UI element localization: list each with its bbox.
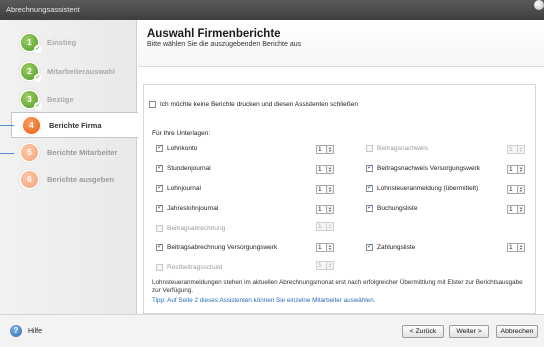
report-checkbox-beitragsabrechnung: Beitragsabrechnung: [156, 225, 225, 232]
stepper-arrows-icon: [327, 222, 334, 231]
step-label: Berichte Mitarbeiter: [47, 147, 118, 157]
copies-stepper[interactable]: 1: [316, 145, 334, 154]
report-checkbox-beitragsabrechnung-versorgungswerk[interactable]: Beitragsabrechnung Versorgungswerk: [156, 242, 277, 251]
copies-stepper[interactable]: 1: [507, 165, 525, 174]
report-checkbox-lohnsteueranmeldung[interactable]: Lohnsteueranmeldung (übermittelt): [366, 183, 478, 192]
copies-stepper[interactable]: 1: [507, 243, 525, 252]
checkbox-box: [156, 225, 163, 232]
window-corner-icon: [534, 0, 544, 10]
stepper-arrows-icon[interactable]: [518, 165, 525, 174]
skip-reports-checkbox[interactable]: Ich möchte keine Berichte drucken und di…: [149, 101, 358, 108]
step-number-icon: 1 ✓: [21, 33, 42, 53]
wizard-sidebar: 1 ✓ Einstieg 2 ✓ Mitarbeiterauswahl 3 ✓ Bez…: [0, 20, 138, 314]
report-checkbox-buchungsliste[interactable]: Buchungsliste: [366, 203, 417, 212]
back-button[interactable]: < Zurück: [402, 325, 444, 338]
section-label: Für Ihre Unterlagen:: [152, 130, 211, 137]
checkbox-box[interactable]: [366, 242, 373, 251]
checkbox-box[interactable]: [149, 101, 156, 108]
copies-stepper[interactable]: 1: [507, 205, 525, 214]
stepper-arrows-icon[interactable]: [518, 243, 525, 252]
checkbox-box[interactable]: [156, 183, 163, 192]
step-connector-line: [0, 125, 14, 126]
copies-stepper[interactable]: 1: [316, 205, 334, 214]
stepper-arrows-icon: [518, 145, 525, 154]
stepper-arrows-icon[interactable]: [327, 185, 334, 194]
help-link[interactable]: ? Hilfe: [10, 325, 42, 337]
checkbox-box[interactable]: [366, 203, 373, 212]
stepper-arrows-icon[interactable]: [327, 243, 334, 252]
window-title: Abrechnungsassistent: [6, 5, 80, 14]
checkbox-box[interactable]: [156, 242, 163, 251]
report-checkbox-beitragsnachweis-versorgungswerk[interactable]: Beitragsnachweis Versorgungswerk: [366, 163, 480, 172]
checkbox-box: [366, 145, 373, 152]
stepper-arrows-icon[interactable]: [518, 185, 525, 194]
copies-stepper: 1: [316, 222, 334, 231]
step-number-icon: 6: [21, 170, 38, 188]
stepper-arrows-icon[interactable]: [518, 205, 525, 214]
checkmark-icon: ✓: [34, 44, 42, 53]
step-label: Berichte Firma: [49, 120, 102, 130]
next-button[interactable]: Weiter >: [449, 325, 489, 338]
info-note: Lohnsteueranmeldungen stehen im aktuelle…: [152, 279, 523, 294]
copies-stepper[interactable]: 1: [316, 165, 334, 174]
report-checkbox-beitragsnachweis: Beitragsnachweis: [366, 145, 428, 152]
report-checkbox-lohnkonto[interactable]: Lohnkonto: [156, 143, 197, 152]
help-icon[interactable]: ?: [10, 325, 22, 337]
copies-stepper[interactable]: 1: [507, 185, 525, 194]
checkbox-box[interactable]: [366, 183, 373, 192]
step-berichte-firma[interactable]: 4 Berichte Firma: [11, 112, 138, 138]
step-number-icon: 4: [23, 116, 40, 134]
checkbox-box[interactable]: [156, 163, 163, 172]
step-einstieg[interactable]: 1 ✓ Einstieg: [10, 29, 135, 55]
tip-text: Tipp: Auf Seite 2 dieses Assistenten kön…: [152, 297, 376, 304]
checkbox-box[interactable]: [156, 203, 163, 212]
wizard-footer: ? Hilfe < Zurück Weiter > Abbrechen: [0, 314, 544, 347]
report-checkbox-restbeitragsschuld: Restbeitragsschuld: [156, 264, 222, 271]
step-number-icon: 2 ✓: [21, 62, 42, 82]
step-berichte-mitarbeiter[interactable]: 5 Berichte Mitarbeiter: [10, 139, 135, 165]
step-label: Berichte ausgeben: [47, 174, 115, 184]
cancel-button[interactable]: Abbrechen: [496, 325, 538, 338]
stepper-arrows-icon[interactable]: [327, 205, 334, 214]
page-title: Auswahl Firmenberichte: [147, 28, 281, 40]
copies-stepper[interactable]: 1: [316, 243, 334, 252]
copies-stepper: 1: [316, 261, 334, 270]
window-titlebar: Abrechnungsassistent: [0, 0, 544, 20]
report-checkbox-lohnjournal[interactable]: Lohnjournal: [156, 183, 201, 192]
step-berichte-ausgeben[interactable]: 6 Berichte ausgeben: [10, 166, 135, 192]
step-label: Bezüge: [47, 94, 74, 104]
copies-stepper: 1: [507, 145, 525, 154]
stepper-arrows-icon: [327, 261, 334, 270]
step-number-icon: 3 ✓: [21, 90, 42, 110]
step-label: Mitarbeiterauswahl: [47, 66, 115, 76]
step-label: Einstieg: [47, 37, 77, 47]
stepper-arrows-icon[interactable]: [327, 165, 334, 174]
page-header: Auswahl Firmenberichte Bitte wählen Sie …: [138, 20, 544, 67]
step-connector-line: [0, 153, 14, 154]
checkmark-icon: ✓: [34, 101, 42, 110]
copies-stepper[interactable]: 1: [316, 185, 334, 194]
report-checkbox-jahreslohnjournal[interactable]: Jahreslohnjournal: [156, 203, 218, 212]
stepper-arrows-icon[interactable]: [327, 145, 334, 154]
report-checkbox-stundenjournal[interactable]: Stundenjournal: [156, 163, 211, 172]
step-mitarbeiterauswahl[interactable]: 2 ✓ Mitarbeiterauswahl: [10, 58, 135, 84]
step-bezuege[interactable]: 3 ✓ Bezüge: [10, 86, 135, 112]
checkbox-box[interactable]: [366, 163, 373, 172]
checkbox-box[interactable]: [156, 143, 163, 152]
checkbox-box: [156, 264, 163, 271]
page-subtitle: Bitte wählen Sie die auszugebenden Beric…: [147, 41, 302, 48]
step-number-icon: 5: [21, 143, 38, 161]
checkmark-icon: ✓: [34, 73, 42, 82]
report-checkbox-zahlungsliste[interactable]: Zahlungsliste: [366, 242, 415, 251]
